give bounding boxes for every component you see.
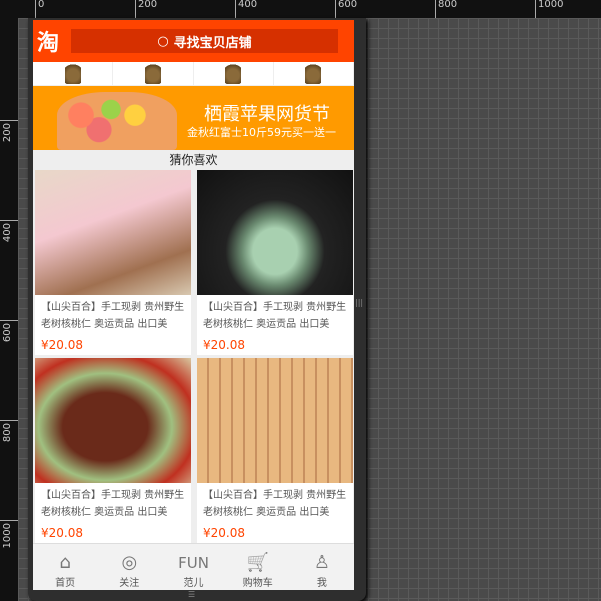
search-icon: ○ xyxy=(157,33,169,49)
product-title: 【山尖百合】手工现剥 贵州野生老树核桃仁 奥运贡品 出口美 xyxy=(41,490,185,518)
ruler-tick: 1000 xyxy=(2,523,13,549)
ruler-tick: 600 xyxy=(2,323,13,343)
tab-follow[interactable]: ◎ 关注 xyxy=(97,544,161,590)
product-card[interactable]: 【山尖百合】手工现剥 贵州野生老树核桃仁 奥运贡品 出口美 ¥20.08 xyxy=(197,170,353,355)
target-icon: ◎ xyxy=(121,552,138,573)
product-card[interactable]: 【山尖百合】手工现剥 贵州野生老树核桃仁 奥运贡品 出口美 ¥20.08 xyxy=(35,358,191,543)
ruler-tick: 800 xyxy=(2,423,13,443)
fun-icon: FUN xyxy=(178,554,209,572)
product-title: 【山尖百合】手工现剥 贵州野生老树核桃仁 奥运贡品 出口美 xyxy=(41,302,185,330)
product-card[interactable]: 【山尖百合】手工现剥 贵州野生老树核桃仁 奥运贡品 出口美 ¥20.08 xyxy=(35,170,191,355)
cart-icon: 🛒 xyxy=(246,552,269,573)
resize-handle-right[interactable]: ||| xyxy=(355,298,363,307)
ruler-tick: 800 xyxy=(435,0,457,18)
category-strip xyxy=(33,62,354,86)
product-grid: 【山尖百合】手工现剥 贵州野生老树核桃仁 奥运贡品 出口美 ¥20.08 【山尖… xyxy=(33,170,354,543)
promo-banner[interactable]: 栖霞苹果网货节 金秋红富士10斤59元买一送一 xyxy=(33,86,354,150)
beef-jerky-image xyxy=(35,358,191,483)
ruler-tick: 400 xyxy=(235,0,257,18)
calligraphy-image xyxy=(197,358,353,483)
ruler-tick: 1000 xyxy=(535,0,563,18)
horizontal-ruler: 0 200 400 600 800 1000 xyxy=(0,0,601,18)
fruit-basket-image xyxy=(57,92,177,150)
tab-label: 关注 xyxy=(119,578,140,589)
tab-me[interactable]: ♙ 我 xyxy=(290,544,354,590)
vertical-ruler: 200 400 600 800 1000 xyxy=(0,0,18,601)
resize-handle-bottom[interactable]: ☰ xyxy=(188,590,195,599)
ruler-tick: 600 xyxy=(335,0,357,18)
tab-bar: ⌂ 首页 ◎ 关注 FUN 范儿 🛒 购物车 ♙ 我 xyxy=(33,543,354,590)
product-title: 【山尖百合】手工现剥 贵州野生老树核桃仁 奥运贡品 出口美 xyxy=(203,302,347,330)
tab-home[interactable]: ⌂ 首页 xyxy=(33,544,97,590)
deer-icon xyxy=(144,62,161,84)
category-item[interactable] xyxy=(33,62,114,85)
header: 淘 ○ 寻找宝贝店铺 xyxy=(33,20,354,62)
ruler-tick: 400 xyxy=(2,223,13,243)
deer-icon xyxy=(64,62,81,84)
ruler-tick: 0 xyxy=(35,0,44,18)
product-price: ¥20.08 xyxy=(41,526,83,540)
section-title: 猜你喜欢 xyxy=(33,150,354,170)
user-icon: ♙ xyxy=(313,552,330,573)
search-input[interactable]: ○ 寻找宝贝店铺 xyxy=(71,29,338,53)
product-card[interactable]: 【山尖百合】手工现剥 贵州野生老树核桃仁 奥运贡品 出口美 ¥20.08 xyxy=(197,358,353,543)
product-title: 【山尖百合】手工现剥 贵州野生老树核桃仁 奥运贡品 出口美 xyxy=(203,490,347,518)
deer-icon xyxy=(305,62,322,84)
category-item[interactable] xyxy=(194,62,274,85)
deer-icon xyxy=(225,62,242,84)
tab-label: 购物车 xyxy=(242,578,273,589)
banner-title: 栖霞苹果网货节 xyxy=(204,104,330,125)
tab-label: 范儿 xyxy=(183,578,204,589)
home-icon: ⌂ xyxy=(59,552,71,573)
incense-burner-image xyxy=(197,170,353,295)
banner-subtitle: 金秋红富士10斤59元买一送一 xyxy=(187,126,336,139)
tab-label: 首页 xyxy=(55,578,76,589)
phone-screen: 淘 ○ 寻找宝贝店铺 栖霞苹果网货节 金秋红富士10斤59元买一送一 猜你喜欢 … xyxy=(33,20,354,590)
category-item[interactable] xyxy=(274,62,354,85)
tab-cart[interactable]: 🛒 购物车 xyxy=(226,544,290,590)
product-price: ¥20.08 xyxy=(203,338,245,352)
search-placeholder: 寻找宝贝店铺 xyxy=(173,35,252,51)
ruler-tick: 200 xyxy=(135,0,157,18)
taobao-logo[interactable]: 淘 xyxy=(37,25,67,57)
category-item[interactable] xyxy=(113,62,194,85)
tab-label: 我 xyxy=(316,578,327,589)
ruler-tick: 200 xyxy=(2,123,13,143)
tab-fun[interactable]: FUN 范儿 xyxy=(161,544,225,590)
fan-image xyxy=(35,170,191,295)
product-price: ¥20.08 xyxy=(41,338,83,352)
product-price: ¥20.08 xyxy=(203,526,245,540)
